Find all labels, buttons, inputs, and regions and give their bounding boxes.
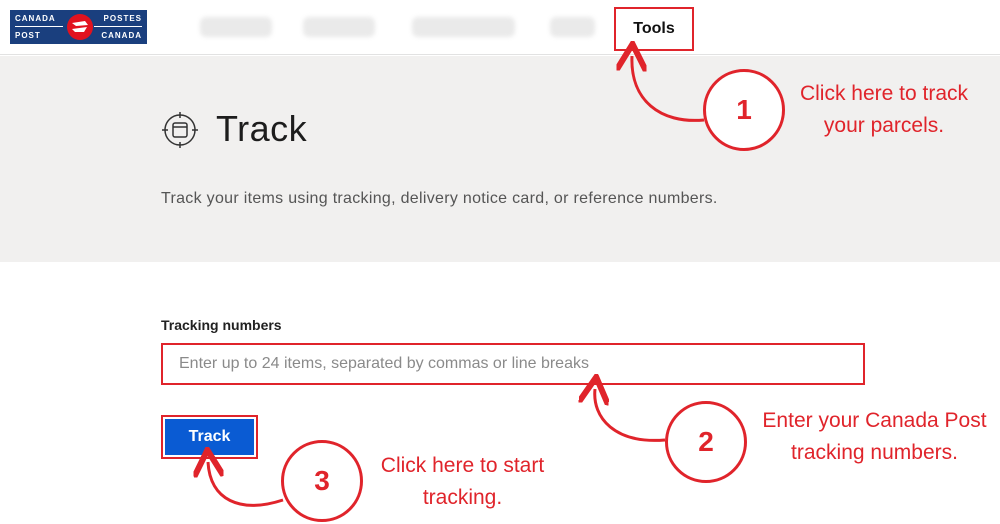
page-title: Track (216, 108, 308, 149)
tracking-numbers-label: Tracking numbers (161, 317, 282, 333)
track-button-label: Track (165, 419, 254, 455)
tracking-numbers-input[interactable] (161, 343, 865, 385)
logo-text-canada-en: CANADA (15, 14, 56, 23)
nav-item-blurred[interactable] (200, 17, 272, 37)
step-3-callout: Click here to start tracking. (365, 450, 560, 514)
page: CANADA POST POSTES CANADA Tools Track Tr… (0, 0, 1000, 524)
nav-item-blurred[interactable] (303, 17, 375, 37)
tools-tab[interactable]: Tools (614, 7, 694, 51)
arrow-to-button (208, 462, 284, 507)
nav-item-blurred[interactable] (412, 17, 515, 37)
step-2-callout: Enter your Canada Post tracking numbers. (752, 405, 997, 469)
step-1-text-line: your parcels. (823, 114, 945, 137)
step-1-text-line: Click here to track (799, 82, 969, 105)
step-2-text-line: tracking numbers. (791, 441, 958, 464)
crosshair-package-icon (162, 112, 198, 148)
logo-text-postes: POSTES (103, 14, 142, 23)
site-header: CANADA POST POSTES CANADA Tools (0, 0, 1000, 55)
page-description: Track your items using tracking, deliver… (161, 190, 718, 207)
nav-item-blurred[interactable] (550, 17, 595, 37)
canada-post-logo[interactable]: CANADA POST POSTES CANADA (10, 10, 147, 44)
step-3-text-line: Click here to start (380, 454, 545, 477)
logo-divider (94, 26, 142, 27)
step-2-badge: 2 (665, 401, 747, 483)
logo-divider (15, 26, 63, 27)
arrow-to-input (595, 389, 666, 442)
logo-text-canada-fr: CANADA (101, 31, 142, 40)
step-3-badge: 3 (281, 440, 363, 522)
track-button[interactable]: Track (161, 415, 258, 459)
step-1-badge: 1 (703, 69, 785, 151)
logo-text-post: POST (15, 31, 41, 40)
step-1-callout: Click here to track your parcels. (778, 78, 990, 142)
canada-post-emblem-icon (67, 14, 93, 40)
step-2-text-line: Enter your Canada Post (762, 409, 987, 432)
step-3-text-line: tracking. (422, 486, 503, 509)
